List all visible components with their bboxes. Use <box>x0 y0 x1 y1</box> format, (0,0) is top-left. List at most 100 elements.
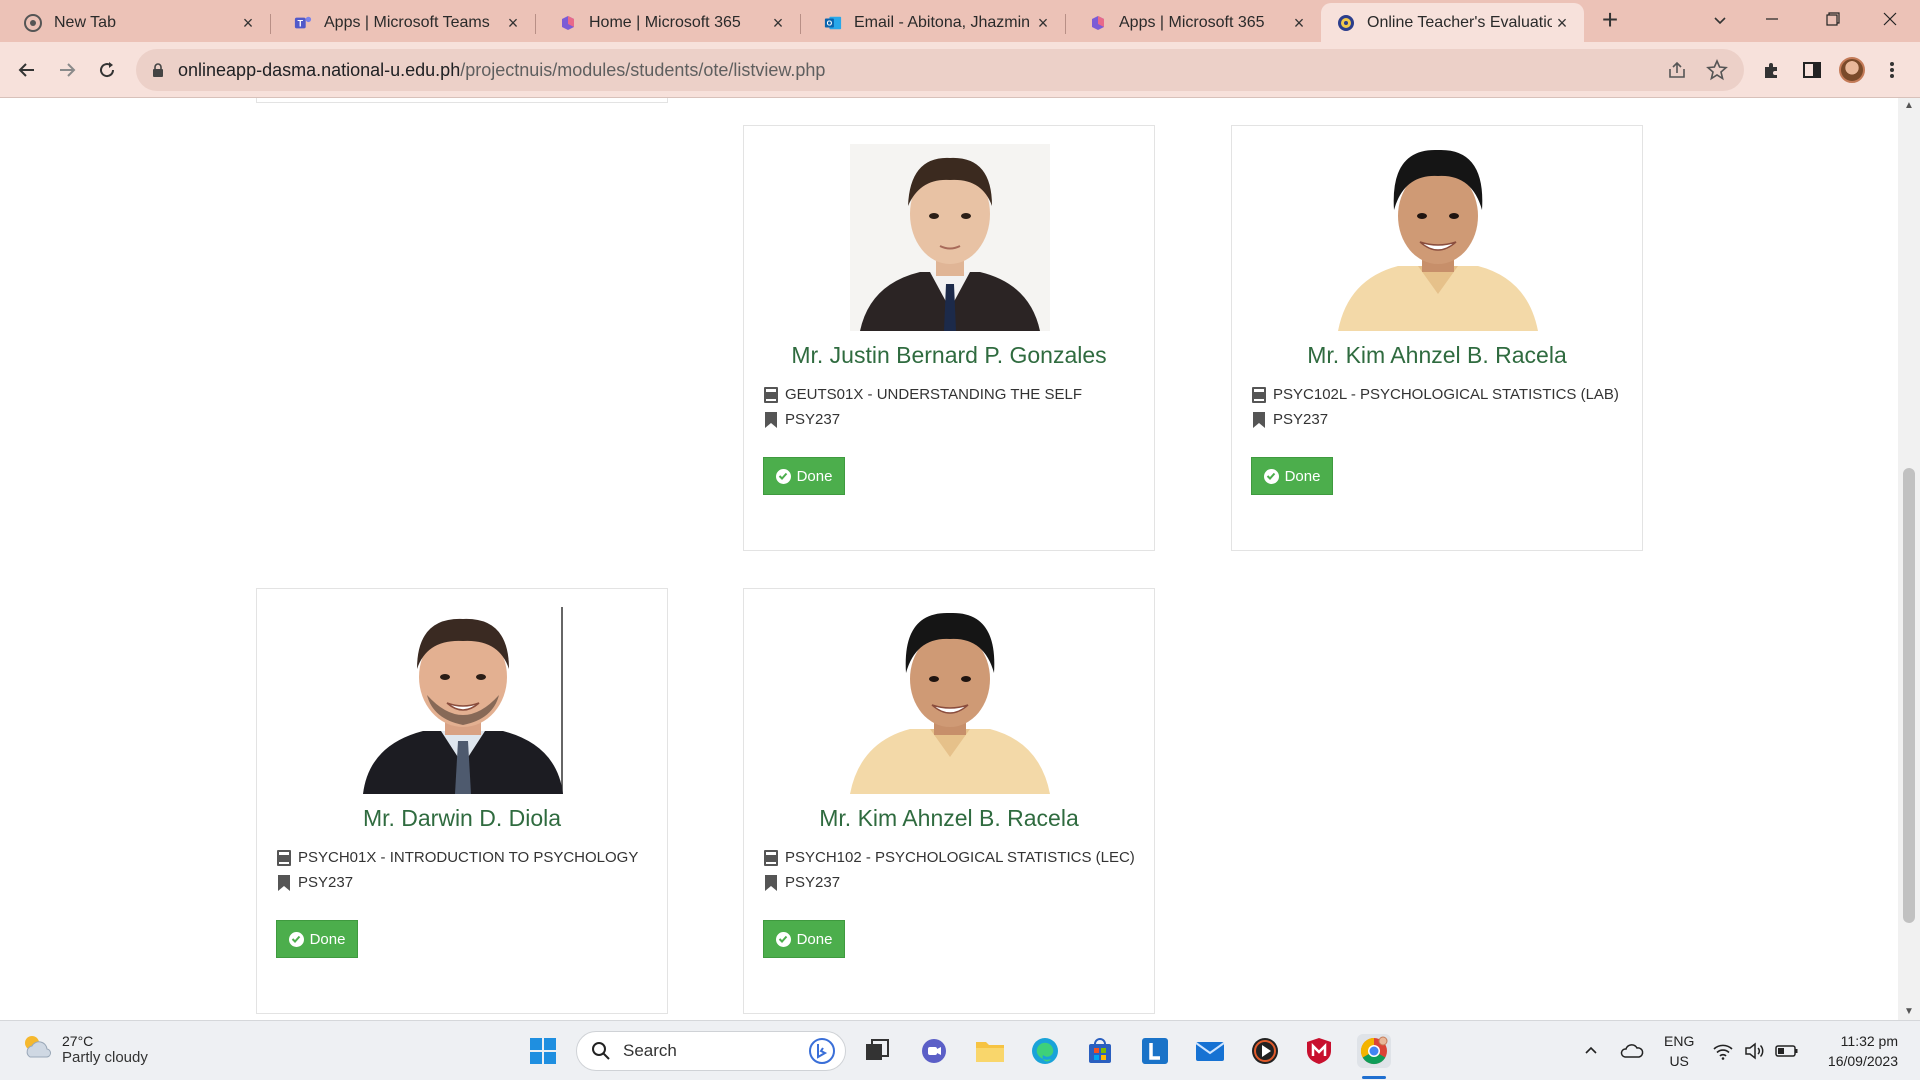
mail-icon[interactable] <box>1193 1034 1227 1068</box>
done-label: Done <box>1284 467 1321 485</box>
lock-icon[interactable] <box>152 62 164 78</box>
microsoft-store-icon[interactable] <box>1083 1034 1117 1068</box>
active-app-indicator <box>1362 1076 1386 1079</box>
tab-online-teacher-evaluation[interactable]: Online Teacher's Evaluation × <box>1321 3 1584 42</box>
language-indicator[interactable]: ENG US <box>1664 1031 1694 1071</box>
onedrive-cloud-icon[interactable] <box>1615 1034 1649 1068</box>
svg-text:T: T <box>298 18 304 28</box>
edge-browser-icon[interactable] <box>1028 1034 1062 1068</box>
book-icon <box>763 386 779 403</box>
tab-m365-apps[interactable]: Apps | Microsoft 365 × <box>1065 3 1321 42</box>
scrollbar-thumb[interactable] <box>1903 468 1915 923</box>
done-button[interactable]: Done <box>763 457 845 495</box>
bing-icon[interactable] <box>809 1038 835 1064</box>
side-panel-icon[interactable] <box>1794 52 1830 88</box>
scroll-down-icon[interactable]: ▼ <box>1898 1004 1920 1020</box>
close-window-button[interactable] <box>1860 0 1920 40</box>
book-icon <box>763 849 779 866</box>
file-explorer-icon[interactable] <box>973 1034 1007 1068</box>
tab-new-tab[interactable]: New Tab × <box>0 3 270 42</box>
reload-button[interactable] <box>89 52 125 88</box>
language-primary: ENG <box>1664 1033 1695 1049</box>
language-secondary: US <box>1669 1053 1689 1069</box>
tab-title: Email - Abitona, Jhazmin P <box>854 13 1033 31</box>
mcafee-icon[interactable] <box>1302 1034 1336 1068</box>
chrome-icon <box>24 13 42 32</box>
restore-button[interactable] <box>1803 0 1863 40</box>
scroll-up-icon[interactable]: ▲ <box>1898 98 1920 114</box>
teacher-card: Mr. Justin Bernard P. Gonzales GEUTS01X … <box>743 125 1155 551</box>
done-button[interactable]: Done <box>276 920 358 958</box>
section-line: PSY237 <box>1251 411 1328 428</box>
close-icon[interactable]: × <box>238 13 258 33</box>
chrome-taskbar-icon[interactable] <box>1357 1034 1391 1068</box>
back-button[interactable] <box>9 52 45 88</box>
check-circle-icon <box>775 931 791 947</box>
teacher-photo <box>850 607 1050 794</box>
subject-text: PSYC102L - PSYCHOLOGICAL STATISTICS (LAB… <box>1273 386 1619 403</box>
tab-teams[interactable]: T Apps | Microsoft Teams × <box>270 3 535 42</box>
teacher-name: Mr. Justin Bernard P. Gonzales <box>791 342 1107 368</box>
profile-avatar[interactable] <box>1834 52 1870 88</box>
tab-m365-home[interactable]: Home | Microsoft 365 × <box>535 3 800 42</box>
teacher-name: Mr. Kim Ahnzel B. Racela <box>819 805 1079 831</box>
clock-time: 11:32 pm <box>1840 1033 1898 1049</box>
close-icon[interactable]: × <box>503 13 523 33</box>
subject-line: GEUTS01X - UNDERSTANDING THE SELF <box>763 386 1082 403</box>
search-icon <box>591 1041 611 1061</box>
windows-taskbar: 27°C Partly cloudy Search ENG US 11:32 p… <box>0 1020 1920 1080</box>
minimize-button[interactable] <box>1742 0 1802 40</box>
tab-title: Online Teacher's Evaluation <box>1367 13 1552 31</box>
browser-tab-strip: New Tab × T Apps | Microsoft Teams × Hom… <box>0 0 1920 42</box>
bookmark-icon <box>763 411 779 428</box>
tab-title: New Tab <box>54 13 116 31</box>
svg-text:O: O <box>827 18 833 27</box>
bookmark-icon <box>1251 411 1267 428</box>
done-button[interactable]: Done <box>763 920 845 958</box>
tab-search-icon[interactable] <box>1690 0 1750 40</box>
forward-button[interactable] <box>49 52 85 88</box>
page-scrollbar[interactable]: ▲ ▼ <box>1898 98 1920 1020</box>
teacher-card: Mr. Darwin D. Diola PSYCH01X - INTRODUCT… <box>256 588 668 1014</box>
clock-date: 16/09/2023 <box>1827 1053 1898 1069</box>
m365-icon <box>1089 14 1107 32</box>
show-hidden-icons-chevron-icon[interactable] <box>1574 1034 1608 1068</box>
share-icon[interactable] <box>1666 59 1688 86</box>
extensions-icon[interactable] <box>1754 52 1790 88</box>
close-icon[interactable]: × <box>1289 13 1309 33</box>
subject-line: PSYC102L - PSYCHOLOGICAL STATISTICS (LAB… <box>1251 386 1619 403</box>
teacher-card-partial <box>256 98 668 103</box>
subject-line: PSYCH102 - PSYCHOLOGICAL STATISTICS (LEC… <box>763 849 1135 866</box>
weather-temperature: 27°C <box>62 1033 94 1049</box>
teacher-name: Mr. Darwin D. Diola <box>362 805 562 831</box>
teacher-photo <box>1338 144 1538 331</box>
volume-icon[interactable] <box>1740 1034 1770 1068</box>
bookmark-star-icon[interactable] <box>1706 58 1728 86</box>
search-placeholder: Search <box>623 1041 677 1060</box>
taskbar-search-box[interactable]: Search <box>576 1031 846 1071</box>
windows-start-icon[interactable] <box>526 1034 560 1068</box>
tab-outlook[interactable]: O Email - Abitona, Jhazmin P × <box>800 3 1065 42</box>
section-line: PSY237 <box>276 874 353 891</box>
lexicon-app-icon[interactable] <box>1138 1034 1172 1068</box>
teams-chat-icon[interactable] <box>917 1034 951 1068</box>
task-view-icon[interactable] <box>860 1034 894 1068</box>
close-icon[interactable]: × <box>768 13 788 33</box>
new-tab-button[interactable]: + <box>1595 6 1625 36</box>
browser-menu-icon[interactable] <box>1874 52 1910 88</box>
wifi-icon[interactable] <box>1708 1034 1738 1068</box>
teams-icon: T <box>294 14 312 32</box>
address-bar[interactable]: onlineapp-dasma.national-u.edu.ph/projec… <box>136 49 1744 91</box>
media-player-icon[interactable] <box>1248 1034 1282 1068</box>
done-button[interactable]: Done <box>1251 457 1333 495</box>
bookmark-icon <box>763 874 779 891</box>
battery-icon[interactable] <box>1772 1034 1802 1068</box>
system-clock[interactable]: 11:32 pm 16/09/2023 <box>1828 1031 1898 1071</box>
tab-title: Apps | Microsoft Teams <box>324 13 490 31</box>
subject-text: GEUTS01X - UNDERSTANDING THE SELF <box>785 386 1082 403</box>
m365-icon <box>559 14 577 32</box>
close-icon[interactable]: × <box>1033 13 1053 33</box>
close-icon[interactable]: × <box>1552 13 1572 33</box>
weather-widget[interactable]: 27°C Partly cloudy <box>20 1031 148 1068</box>
done-label: Done <box>796 930 833 948</box>
